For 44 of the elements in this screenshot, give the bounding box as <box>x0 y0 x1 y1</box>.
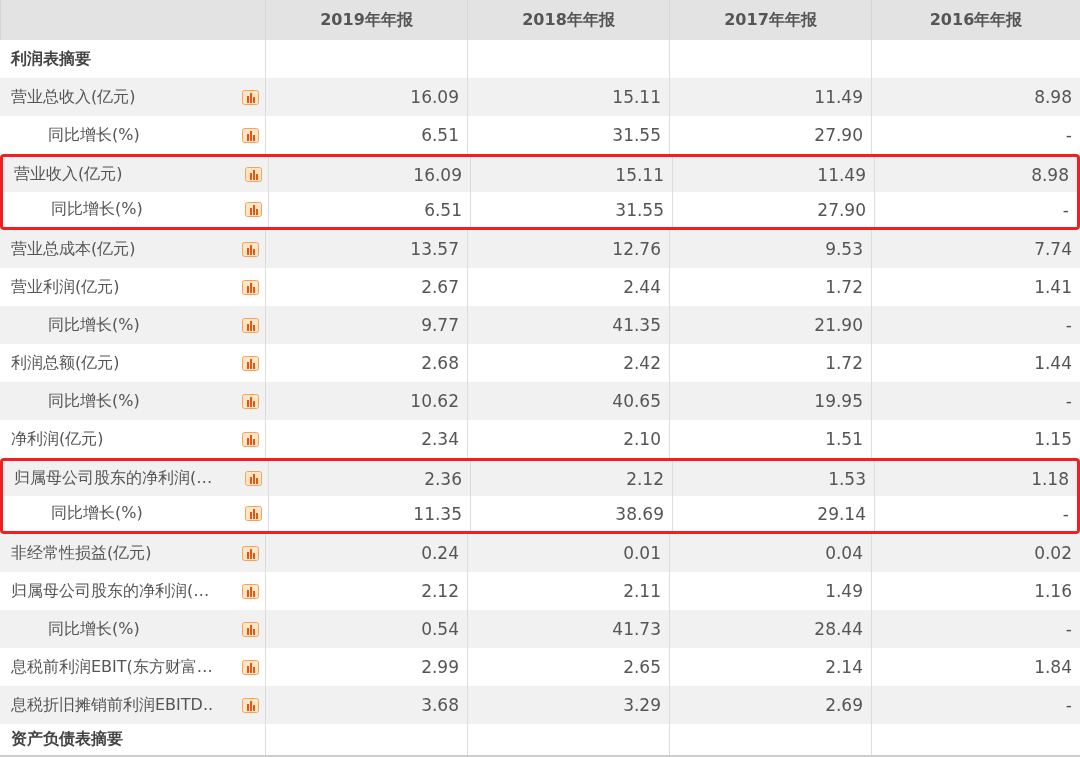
bar-chart-icon[interactable] <box>242 317 259 333</box>
bar-chart-icon[interactable] <box>242 621 259 637</box>
row-label: 同比增长(%) <box>51 503 143 524</box>
row-label: 同比增长(%) <box>48 124 140 146</box>
value-cell: 27.90 <box>672 192 874 227</box>
row-label: 息税前利润EBIT(东方财富… <box>11 656 213 678</box>
value-cell: 6.51 <box>268 192 470 227</box>
row-label: 同比增长(%) <box>48 314 140 336</box>
bar-chart-icon[interactable] <box>242 241 259 257</box>
row-label: 营业总收入(亿元) <box>11 86 136 108</box>
row-label: 同比增长(%) <box>51 199 143 220</box>
bar-chart-icon[interactable] <box>242 659 259 675</box>
bar-chart-icon[interactable] <box>242 355 259 371</box>
row-label: 营业利润(亿元) <box>11 276 120 298</box>
bar-chart-icon[interactable] <box>245 471 262 486</box>
bar-chart-icon[interactable] <box>242 697 259 713</box>
bar-chart-icon[interactable] <box>242 393 259 409</box>
row-label: 同比增长(%) <box>48 390 140 412</box>
value-cell: 11.35 <box>268 496 470 531</box>
bar-chart-icon[interactable] <box>245 202 262 217</box>
bar-chart-icon[interactable] <box>245 167 262 182</box>
row-label: 归属母公司股东的净利润(… <box>14 468 213 489</box>
value-cell: 31.55 <box>470 192 672 227</box>
row-label: 息税折旧摊销前利润EBITD.. <box>11 694 214 716</box>
value-cell: 38.69 <box>470 496 672 531</box>
bar-chart-icon[interactable] <box>242 545 259 561</box>
row-label: 利润总额(亿元) <box>11 352 120 374</box>
row-label: 同比增长(%) <box>48 618 140 640</box>
row-label: 归属母公司股东的净利润(… <box>11 580 210 602</box>
bar-chart-icon[interactable] <box>242 431 259 447</box>
section-title: 资产负债表摘要 <box>11 729 123 750</box>
bar-chart-icon[interactable] <box>242 583 259 599</box>
row-label: 非经常性损益(亿元) <box>11 542 152 564</box>
row-label: 净利润(亿元) <box>11 428 104 450</box>
value-cell: - <box>874 496 1077 531</box>
row-label: 营业收入(亿元) <box>14 164 123 185</box>
value-cell: - <box>874 192 1077 227</box>
bar-chart-icon[interactable] <box>242 89 259 105</box>
bar-chart-icon[interactable] <box>245 506 262 521</box>
bar-chart-icon[interactable] <box>242 279 259 295</box>
bar-chart-icon[interactable] <box>242 127 259 143</box>
value-cell: 29.14 <box>672 496 874 531</box>
section-title: 利润表摘要 <box>11 48 91 70</box>
row-label: 营业总成本(亿元) <box>11 238 136 260</box>
